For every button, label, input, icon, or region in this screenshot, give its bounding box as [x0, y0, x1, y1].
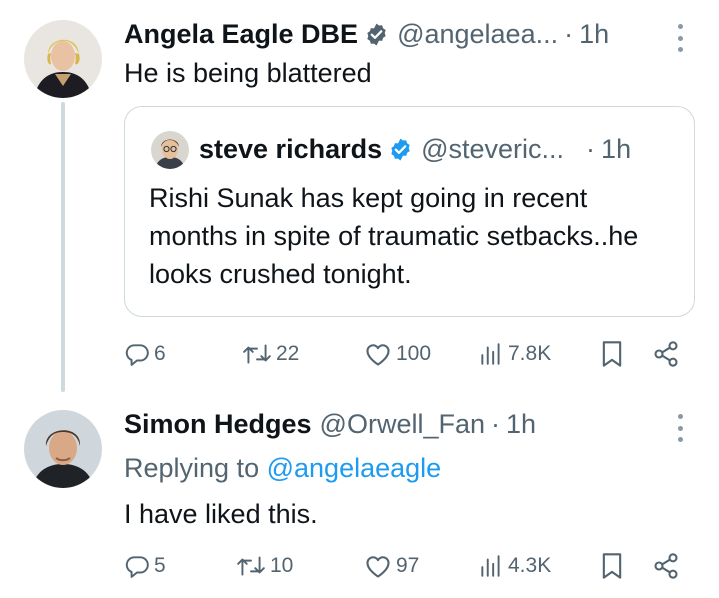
reply-icon: [124, 341, 150, 367]
quoted-author-name: steve richards: [199, 134, 383, 164]
post-actions: 6 22 100 7.8K: [124, 338, 684, 370]
repost-button[interactable]: 10: [236, 550, 293, 582]
views-button[interactable]: 7.8K: [478, 338, 551, 370]
quoted-author-handle: @steveric...: [421, 134, 565, 164]
reply-count: 6: [154, 342, 166, 365]
analytics-icon: [478, 553, 504, 579]
view-count: 4.3K: [508, 554, 552, 577]
like-button[interactable]: 100: [364, 338, 431, 370]
heart-icon: [364, 341, 392, 367]
view-count: 7.8K: [508, 342, 552, 365]
post-actions: 5 10 97 4.3K: [124, 550, 684, 582]
share-icon: [652, 552, 680, 580]
post-header: Angela Eagle DBE @angelaea... · 1h: [124, 17, 609, 51]
author-name[interactable]: Simon Hedges: [124, 407, 312, 441]
views-button[interactable]: 4.3K: [478, 550, 551, 582]
like-button[interactable]: 97: [364, 550, 419, 582]
like-count: 97: [396, 554, 420, 577]
separator-dot: ·: [491, 409, 501, 439]
verified-badge-icon[interactable]: [364, 22, 389, 47]
separator-dot: ·: [564, 19, 574, 49]
quoted-post-header: steve richards @steveric... · 1h: [199, 131, 631, 167]
reply-button[interactable]: 6: [124, 338, 166, 370]
separator-dot: ·: [586, 134, 596, 164]
repost-button[interactable]: 22: [242, 338, 299, 370]
like-count: 100: [396, 342, 432, 365]
avatar-simon-hedges[interactable]: [24, 410, 102, 488]
more-options-icon[interactable]: [675, 414, 685, 442]
bookmark-icon: [599, 552, 625, 580]
avatar-steve-richards: [151, 131, 189, 169]
bookmark-icon: [599, 340, 625, 368]
heart-icon: [364, 553, 392, 579]
avatar-angela-eagle[interactable]: [24, 20, 102, 98]
author-name[interactable]: Angela Eagle DBE: [124, 17, 358, 51]
author-handle[interactable]: @angelaea...: [397, 17, 558, 51]
analytics-icon: [478, 341, 504, 367]
share-button[interactable]: [652, 550, 680, 582]
post-header: Simon Hedges @Orwell_Fan · 1h: [124, 407, 536, 441]
more-options-icon[interactable]: [675, 24, 685, 52]
post-timestamp[interactable]: 1h: [506, 407, 536, 441]
post-text: I have liked this.: [124, 499, 318, 529]
repost-count: 22: [276, 342, 300, 365]
reply-button[interactable]: 5: [124, 550, 166, 582]
replying-to: Replying to @angelaeagle: [124, 450, 441, 486]
repost-count: 10: [270, 554, 294, 577]
share-button[interactable]: [652, 338, 680, 370]
verified-badge-icon: [388, 137, 413, 162]
mention-link[interactable]: @angelaeagle: [267, 453, 442, 483]
reply-icon: [124, 553, 150, 579]
author-handle[interactable]: @Orwell_Fan: [320, 407, 485, 441]
repost-icon: [242, 341, 272, 367]
bookmark-button[interactable]: [599, 338, 625, 370]
quoted-post-timestamp: 1h: [601, 134, 632, 164]
share-icon: [652, 340, 680, 368]
bookmark-button[interactable]: [599, 550, 625, 582]
repost-icon: [236, 553, 266, 579]
quoted-post-text: Rishi Sunak has kept going in recent mon…: [149, 183, 639, 289]
quoted-post[interactable]: steve richards @steveric... · 1h Rishi S…: [124, 106, 695, 317]
replying-to-label: Replying to: [124, 453, 260, 483]
post-timestamp[interactable]: 1h: [579, 17, 609, 51]
reply-count: 5: [154, 554, 166, 577]
thread-connector: [61, 102, 65, 392]
post-text: He is being blattered: [124, 58, 372, 88]
